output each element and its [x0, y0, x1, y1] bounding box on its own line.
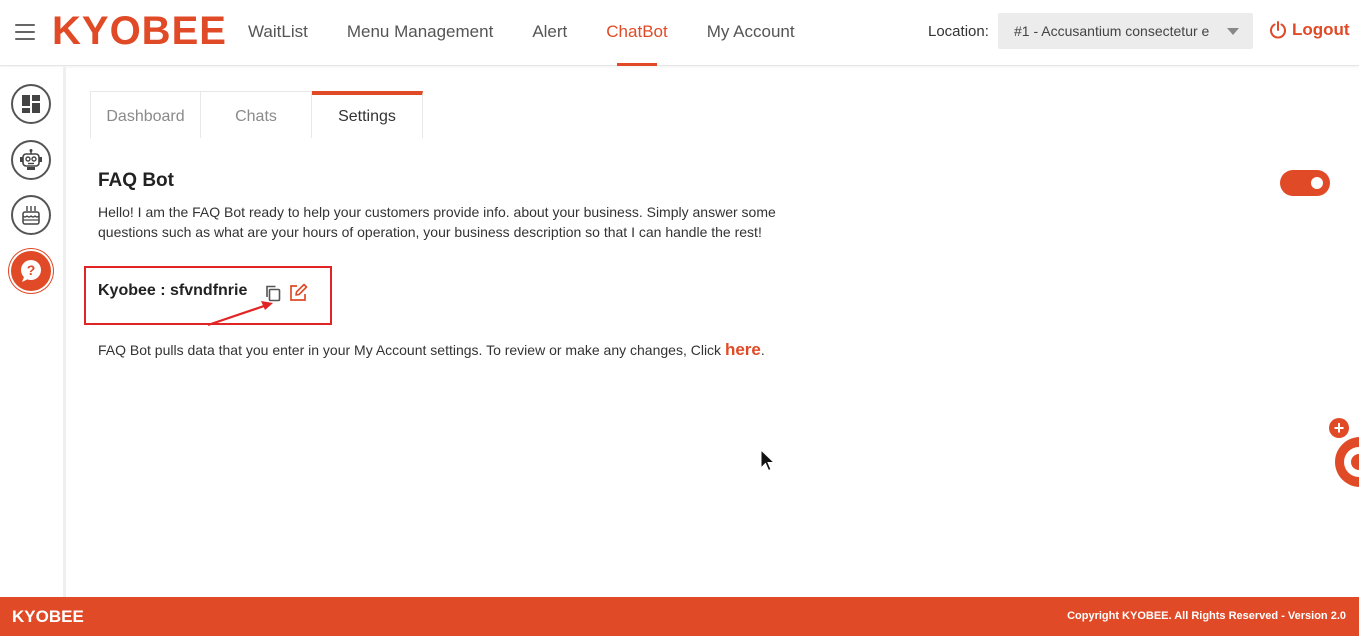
edit-icon[interactable]: [288, 283, 308, 303]
sidebar-item-chatbot[interactable]: [11, 140, 51, 180]
hamburger-menu-icon[interactable]: [15, 24, 35, 40]
svg-text:?: ?: [27, 262, 36, 278]
footer-copyright: Copyright KYOBEE. All Rights Reserved - …: [1067, 610, 1346, 622]
main-nav: WaitList Menu Management Alert ChatBot M…: [230, 0, 816, 66]
help-icon: ?: [21, 260, 41, 282]
chat-widget-button[interactable]: [1335, 437, 1359, 487]
faq-bot-section: FAQ Bot Hello! I am the FAQ Bot ready to…: [98, 170, 1338, 242]
faq-bot-title: FAQ Bot: [98, 170, 174, 191]
faq-bot-description: Hello! I am the FAQ Bot ready to help yo…: [98, 204, 776, 240]
nav-alert[interactable]: Alert: [514, 0, 585, 66]
footer: KYOBEE Copyright KYOBEE. All Rights Rese…: [0, 597, 1359, 636]
chatbot-tabs: Dashboard Chats Settings: [90, 91, 423, 138]
left-sidebar: ?: [0, 67, 66, 597]
tab-dashboard[interactable]: Dashboard: [90, 91, 201, 138]
annotation-arrow: [207, 301, 273, 327]
pull-info-period: .: [760, 342, 765, 358]
toggle-knob: [1308, 174, 1326, 192]
nav-waitlist[interactable]: WaitList: [230, 0, 326, 66]
top-navbar: KYOBEE WaitList Menu Management Alert Ch…: [0, 0, 1359, 66]
nav-menu-management[interactable]: Menu Management: [329, 0, 511, 66]
nav-chatbot[interactable]: ChatBot: [588, 0, 685, 66]
logout-button[interactable]: Logout: [1268, 20, 1350, 40]
kyobee-logo[interactable]: KYOBEE: [52, 9, 227, 54]
location-label: Location:: [928, 23, 989, 40]
power-icon: [1270, 21, 1286, 39]
footer-brand: KYOBEE: [12, 607, 84, 626]
here-link[interactable]: here: [725, 340, 761, 359]
sidebar-item-help[interactable]: ?: [11, 251, 51, 291]
robot-icon: [20, 149, 42, 170]
nav-my-account[interactable]: My Account: [689, 0, 813, 66]
pull-info-label: FAQ Bot pulls data that you enter in you…: [98, 342, 725, 358]
cake-icon: [22, 206, 40, 225]
chevron-down-icon: [1227, 28, 1239, 35]
logout-label: Logout: [1292, 20, 1350, 39]
sidebar-item-dashboard[interactable]: [11, 84, 51, 124]
tab-settings[interactable]: Settings: [312, 91, 423, 138]
pull-info-text: FAQ Bot pulls data that you enter in you…: [98, 340, 765, 360]
location-value: #1 - Accusantium consectetur e: [1014, 23, 1210, 39]
sidebar-item-birthday[interactable]: [11, 195, 51, 235]
add-widget-icon[interactable]: +: [1329, 418, 1349, 438]
location-select[interactable]: #1 - Accusantium consectetur e: [998, 13, 1253, 49]
mouse-cursor-icon: [760, 449, 776, 472]
faq-bot-toggle[interactable]: [1280, 170, 1330, 196]
tab-chats[interactable]: Chats: [201, 91, 312, 138]
dashboard-icon: [22, 95, 40, 113]
